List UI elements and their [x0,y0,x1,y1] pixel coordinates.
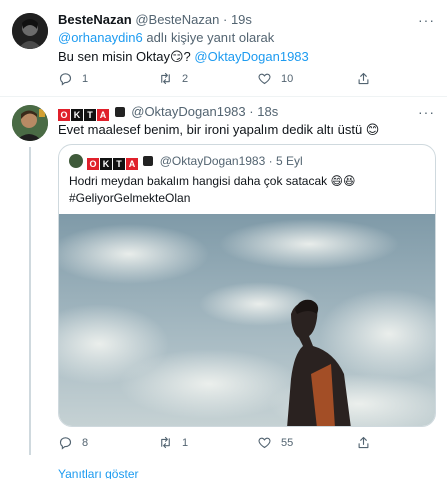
tweet-text: Evet maalesef benim, bir ironi yapalım d… [58,122,380,137]
heart-icon [258,437,271,449]
tweet-besteNazan[interactable]: BesteNazan @BesteNazan · 19s ··· @orhana… [0,0,447,97]
user-handle[interactable]: @OktayDogan1983 [131,104,245,119]
heart-icon [258,73,271,85]
more-options-icon[interactable]: ··· [418,12,435,28]
quoted-header: O K T A @OktayDogan1983 · 5 Eyl [87,153,303,170]
tweet-actions: 8 1 55 [58,435,388,453]
badge-icon [114,107,125,117]
logo-letter: O [87,158,99,170]
tweet-oktayDogan[interactable]: O K T A @OktayDogan1983 · 18s ··· Evet m… [0,97,447,479]
retweet-count: 1 [182,436,189,449]
timestamp[interactable]: 19s [231,12,252,27]
quoted-timestamp: 5 Eyl [275,154,303,168]
share-icon [358,72,369,85]
reply-count: 1 [82,72,89,85]
like-count: 55 [281,436,294,449]
hashtag-link[interactable]: #GeliyorGelmekteOlan [69,190,190,207]
share-button[interactable] [356,71,371,86]
retweet-count: 2 [182,72,189,85]
quoted-photo[interactable] [59,214,435,426]
badge-icon [143,156,154,166]
logo-letter: K [71,109,83,121]
tweet-actions: 1 2 10 [58,71,388,89]
tweet-header: BesteNazan @BesteNazan · 19s [58,12,252,28]
brand-logo-name: O K T A [87,158,138,170]
more-options-icon[interactable]: ··· [418,104,435,120]
reply-count: 8 [82,436,89,449]
separator-dot: · [268,154,273,168]
like-button[interactable]: 55 [257,435,293,450]
logo-letter: K [100,158,112,170]
reply-button[interactable]: 8 [58,435,88,450]
like-count: 10 [281,72,294,85]
avatar[interactable] [12,105,48,141]
quoted-text: Hodri meydan bakalım hangisi daha çok sa… [69,174,356,188]
reply-context-text: adlı kişiye yanıt olarak [142,30,275,45]
avatar[interactable] [12,13,48,49]
user-handle[interactable]: @BesteNazan [135,12,219,27]
retweet-icon [161,436,170,449]
reply-mention-link[interactable]: @orhanaydin6 [58,30,143,45]
thread-line [29,147,31,455]
tweet-text: Bu sen misin Oktay😏? @OktayDogan1983 [58,48,309,65]
display-name[interactable]: BesteNazan [58,12,132,27]
logo-letter: T [113,158,125,170]
tweet-header: O K T A @OktayDogan1983 · 18s [58,104,278,121]
mention-link[interactable]: @OktayDogan1983 [194,49,308,64]
brand-logo-name[interactable]: O K T A [58,109,109,121]
logo-letter: A [126,158,138,170]
separator-dot: · [222,12,228,27]
share-button[interactable] [356,435,371,450]
logo-letter: O [58,109,70,121]
reply-icon [59,73,72,86]
quoted-handle: @OktayDogan1983 [159,154,266,168]
separator-dot: · [249,104,254,119]
retweet-icon [161,72,170,85]
reply-button[interactable]: 1 [58,71,88,86]
timestamp[interactable]: 18s [257,104,278,119]
share-icon [358,436,369,449]
logo-letter: T [84,109,96,121]
like-button[interactable]: 10 [257,71,293,86]
show-replies-link[interactable]: Yanıtları göster [58,467,138,479]
retweet-button[interactable]: 1 [158,435,188,450]
logo-letter: A [97,109,109,121]
reply-icon [59,437,72,450]
retweet-button[interactable]: 2 [158,71,188,86]
quoted-tweet[interactable]: O K T A @OktayDogan1983 · 5 Eyl Hodri me… [58,144,436,427]
reply-context: @orhanaydin6 adlı kişiye yanıt olarak [58,30,274,45]
quoted-avatar [69,154,83,168]
tweet-text-body: Bu sen misin Oktay😏? [58,49,195,64]
